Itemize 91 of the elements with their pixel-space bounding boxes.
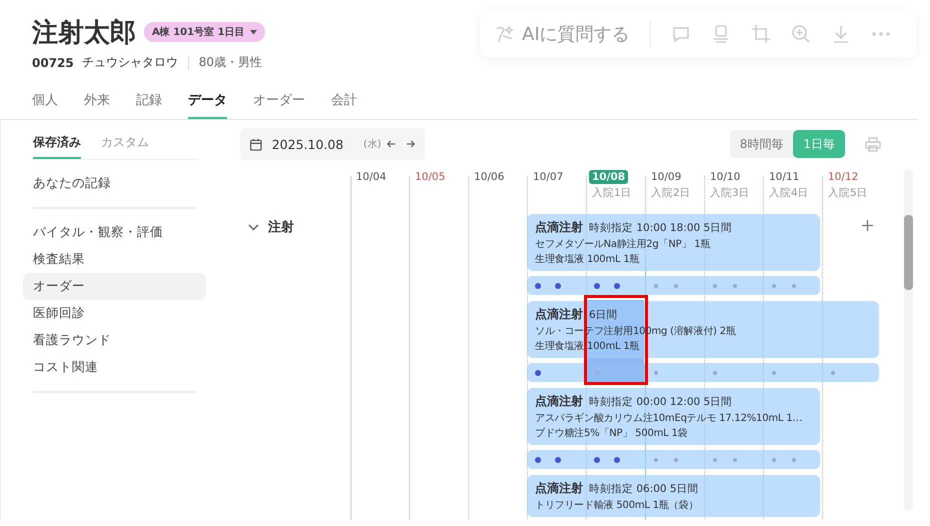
arrow-left-icon[interactable] (387, 138, 396, 150)
day-date: 10/10 (709, 170, 742, 184)
add-icon[interactable] (862, 220, 873, 231)
order-title: 点滴注射 時刻指定 00:00 12:00 5日間 (535, 393, 734, 410)
nav-tab[interactable]: 記録 (136, 87, 162, 119)
hospital-day-label: 入院5日 (828, 186, 868, 200)
scrollbar-thumb[interactable] (904, 215, 913, 290)
day-date: 10/12 (827, 170, 860, 184)
dose-dot[interactable] (555, 282, 561, 288)
order-title: 点滴注射 時刻指定 10:00 18:00 5日間 (535, 219, 734, 236)
interval-toggle[interactable]: 8時間毎 (730, 130, 794, 158)
dose-dot[interactable] (614, 282, 620, 288)
dose-dot[interactable] (831, 370, 835, 374)
crop-icon[interactable] (750, 24, 771, 44)
nav-tab[interactable]: 個人 (32, 87, 58, 119)
dose-dot[interactable] (594, 456, 600, 462)
sidebar-item[interactable]: コスト関連 (23, 354, 206, 381)
nav-tab[interactable]: データ (188, 87, 227, 119)
order-card[interactable]: 点滴注射 時刻指定 10:00 18:00 5日間 セフメタゾールNa静注用2g「NP」 1瓶 生理食塩液 100mL 1瓶 (527, 214, 820, 271)
sidebar-tab[interactable]: 保存済み (33, 130, 81, 159)
dose-dot[interactable] (792, 284, 796, 288)
dose-dot[interactable] (594, 282, 600, 288)
patient-kana: チュウシャタロウ (82, 54, 178, 71)
date-picker[interactable]: 2025.10.08 (水) (240, 128, 425, 160)
day-date: 10/04 (355, 170, 388, 184)
patient-age-sex: 80歳・男性 (198, 54, 262, 71)
dose-dot[interactable] (772, 458, 776, 462)
dose-dot[interactable] (535, 370, 541, 376)
comment-icon[interactable] (670, 24, 691, 44)
nav-tab[interactable]: オーダー (253, 87, 305, 119)
arrow-right-icon[interactable] (406, 138, 415, 150)
order-drug-line: ブドウ糖注5%「NP」 500mL 1袋 (535, 426, 688, 440)
dose-dot[interactable] (674, 458, 678, 462)
dose-dot[interactable] (654, 284, 658, 288)
sidebar-item[interactable]: 看護ラウンド (23, 327, 206, 354)
dose-dot[interactable] (654, 458, 658, 462)
sidebar-item[interactable]: 医師回診 (23, 300, 206, 327)
dose-dot[interactable] (555, 456, 561, 462)
hospital-day-label: 入院3日 (710, 186, 750, 200)
order-drug-line: アスパラギン酸カリウム注10mEqテルモ 17.12%10mL 1… (535, 412, 804, 425)
dose-dot[interactable] (733, 284, 737, 288)
chevron-icon (248, 222, 259, 232)
day-date: 10/08 (589, 170, 628, 184)
order-title: 点滴注射 6日間 (535, 306, 619, 323)
scrollbar[interactable] (904, 170, 913, 510)
order-card[interactable]: 点滴注射 時刻指定 06:00 5日間 トリフリード輸液 500mL 1瓶（袋） (527, 475, 820, 517)
more-icon[interactable] (870, 31, 891, 37)
day-date: 10/11 (768, 170, 800, 184)
day-date: 10/09 (650, 170, 682, 184)
room-badge[interactable]: A棟 101号室 1日目 (144, 22, 265, 42)
hospital-day-label: 入院2日 (651, 186, 691, 200)
day-date: 10/05 (414, 170, 446, 184)
day-date: 10/06 (473, 170, 506, 184)
dose-dot[interactable] (772, 284, 776, 288)
sidebar-item[interactable]: あなたの記録 (23, 170, 206, 197)
sidebar-item[interactable]: 検査結果 (23, 246, 206, 273)
date-value: 2025.10.08 (272, 136, 344, 152)
dose-dot[interactable] (772, 370, 776, 374)
sidebar-item[interactable]: バイタル・観察・評価 (23, 219, 206, 246)
nav-tab[interactable]: 会計 (331, 87, 357, 119)
day-date: 10/07 (532, 170, 564, 184)
hospital-day-label: 入院4日 (769, 186, 809, 200)
order-drug-line: トリフリード輸液 500mL 1瓶（袋） (535, 498, 700, 512)
squiggle-icon (494, 23, 516, 45)
patient-id: 00725 (32, 56, 74, 70)
dose-dot[interactable] (674, 284, 678, 288)
dose-dot[interactable] (614, 456, 620, 462)
order-title: 点滴注射 時刻指定 06:00 5日間 (535, 480, 700, 497)
group-toggle[interactable]: 注射 (248, 218, 294, 236)
dose-dot[interactable] (535, 456, 541, 462)
order-drug-line: 生理食塩液 100mL 1瓶 (535, 252, 640, 266)
sidebar-item[interactable]: オーダー (23, 273, 206, 300)
nav-tab[interactable]: 外来 (84, 87, 110, 119)
dose-dot[interactable] (792, 458, 796, 462)
dose-dot[interactable] (733, 458, 737, 462)
print-icon[interactable] (865, 136, 881, 152)
order-card[interactable]: 点滴注射 時刻指定 00:00 12:00 5日間 アスパラギン酸カリウム注10mEqテルモ 17.12%10mL 1… ブドウ糖注5%「NP」 500mL 1袋 (527, 388, 820, 445)
caret-icon (250, 30, 257, 34)
order-drug-line: 生理食塩液 100mL 1瓶 (535, 340, 640, 353)
dose-dot[interactable] (713, 284, 717, 288)
hospital-day-label: 入院1日 (592, 186, 632, 200)
zoom-in-icon[interactable] (790, 24, 811, 44)
dose-dot[interactable] (713, 458, 717, 462)
dose-dot[interactable] (595, 370, 599, 374)
patient-name: 注射太郎 (32, 16, 136, 50)
weekday-label: (水) (363, 138, 382, 151)
dose-dot[interactable] (535, 282, 541, 288)
dose-dot[interactable] (713, 370, 717, 374)
day-dose-cell[interactable] (586, 363, 645, 382)
dose-dot[interactable] (654, 370, 658, 374)
order-drug-line: セフメタゾールNa静注用2g「NP」 1瓶 (535, 238, 712, 251)
